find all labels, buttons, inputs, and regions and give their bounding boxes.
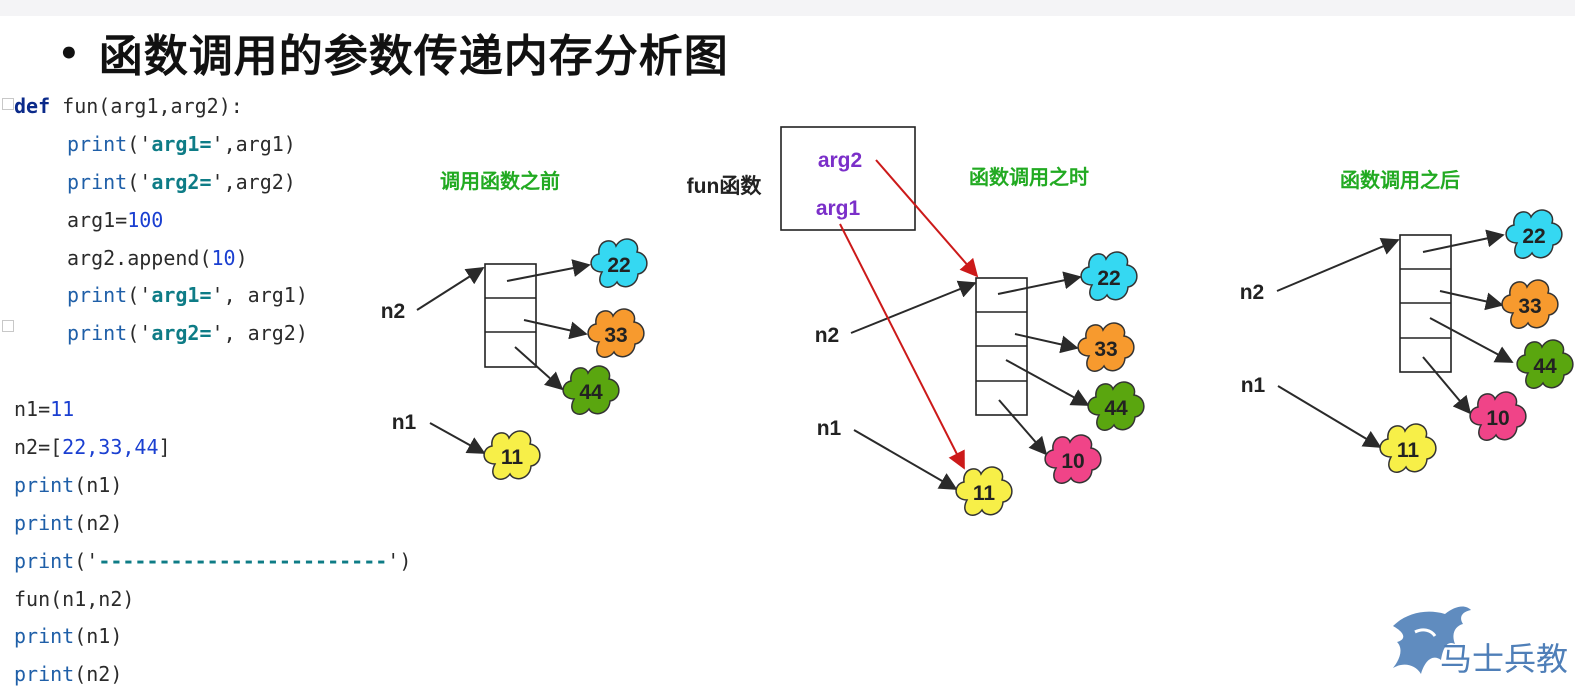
var-label-n2: n2 — [1240, 281, 1265, 304]
value-cloud-10: 10 — [1486, 407, 1509, 430]
fun-frame-label: fun函数 — [687, 175, 763, 198]
value-cloud-11: 11 — [973, 482, 996, 505]
value-cloud-22: 22 — [1097, 267, 1120, 290]
value-cloud-22: 22 — [607, 254, 630, 277]
arg-label-arg2: arg2 — [818, 149, 862, 172]
value-cloud-33: 33 — [1094, 338, 1117, 361]
value-cloud-33: 33 — [1518, 295, 1541, 318]
value-cloud-44: 44 — [1533, 355, 1557, 378]
memory-diagram: 调用函数之前 函数调用之时 函数调用之后 n2 n1 22 33 44 11 f… — [381, 126, 1574, 516]
var-label-n1: n1 — [1241, 374, 1266, 397]
arg-label-arg1: arg1 — [816, 197, 861, 220]
value-cloud-11: 11 — [501, 446, 524, 469]
logo-text: 马士兵教 — [1440, 640, 1569, 678]
value-cloud-44: 44 — [1104, 397, 1128, 420]
value-cloud-11: 11 — [1397, 439, 1420, 462]
stage-label-before: 调用函数之前 — [440, 169, 560, 193]
diagram-before: n2 n1 22 33 44 11 — [381, 238, 648, 480]
stage-label-after: 函数调用之后 — [1340, 168, 1460, 192]
var-label-n1: n1 — [392, 411, 417, 434]
diagram-after: n2 n1 22 33 44 10 11 — [1240, 209, 1574, 473]
value-cloud-22: 22 — [1522, 225, 1545, 248]
var-label-n2: n2 — [815, 324, 840, 347]
value-cloud-44: 44 — [579, 381, 603, 404]
var-label-n2: n2 — [381, 300, 406, 323]
stage-label-during: 函数调用之时 — [969, 165, 1089, 189]
var-label-n1: n1 — [817, 417, 842, 440]
value-cloud-10: 10 — [1061, 450, 1084, 473]
value-cloud-33: 33 — [604, 324, 627, 347]
